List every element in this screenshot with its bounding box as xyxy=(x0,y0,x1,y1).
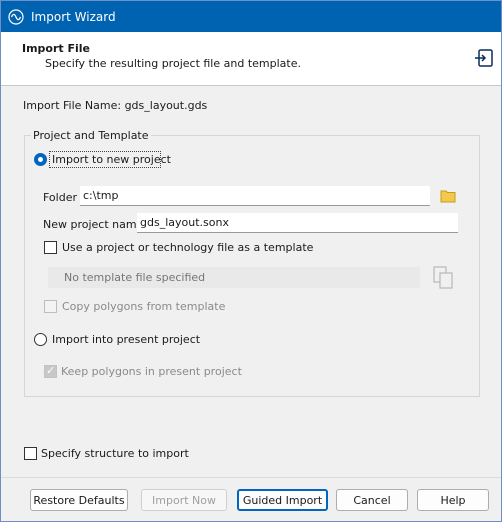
window-title: Import Wizard xyxy=(31,9,116,24)
restore-defaults-button[interactable]: Restore Defaults xyxy=(30,489,128,511)
page-title: Import File xyxy=(22,42,91,55)
new-project-label[interactable]: Import to new project xyxy=(52,153,171,166)
copy-files-icon[interactable] xyxy=(431,265,455,289)
import-now-button[interactable]: Import Now xyxy=(141,489,227,511)
help-button[interactable]: Help xyxy=(417,489,489,511)
exit-icon[interactable] xyxy=(473,47,495,69)
wizard-header: Import File Specify the resulting projec… xyxy=(1,32,501,86)
specify-structure-checkbox[interactable] xyxy=(24,447,37,460)
use-template-label[interactable]: Use a project or technology file as a te… xyxy=(62,241,313,254)
import-wizard-window: Import Wizard Import File Specify the re… xyxy=(0,0,502,522)
folder-browse-icon[interactable] xyxy=(439,188,457,204)
project-template-group xyxy=(24,135,480,397)
folder-label: Folder xyxy=(43,191,77,204)
project-name-input[interactable] xyxy=(137,213,458,233)
keep-polygons-label[interactable]: Keep polygons in present project xyxy=(61,365,242,378)
present-project-label[interactable]: Import into present project xyxy=(52,333,200,346)
group-title: Project and Template xyxy=(31,129,151,142)
use-template-checkbox[interactable] xyxy=(44,241,57,254)
copy-polygons-checkbox[interactable] xyxy=(44,300,57,313)
import-file-name-label: Import File Name: xyxy=(23,99,122,112)
new-project-radio[interactable] xyxy=(34,153,47,166)
title-bar: Import Wizard xyxy=(1,1,501,32)
project-name-label: New project name xyxy=(43,218,144,231)
cancel-button[interactable]: Cancel xyxy=(336,489,408,511)
template-file-input[interactable] xyxy=(48,267,420,288)
present-project-radio[interactable] xyxy=(34,333,47,346)
keep-polygons-checkbox[interactable] xyxy=(44,364,57,378)
folder-input[interactable] xyxy=(80,186,430,206)
import-file-name-value: gds_layout.gds xyxy=(124,99,208,112)
wave-icon xyxy=(8,8,24,25)
footer-divider xyxy=(1,477,501,478)
copy-polygons-label[interactable]: Copy polygons from template xyxy=(62,300,225,313)
specify-structure-label[interactable]: Specify structure to import xyxy=(41,447,189,460)
import-file-name-row: Import File Name: gds_layout.gds xyxy=(23,99,207,112)
page-subtitle: Specify the resulting project file and t… xyxy=(45,57,301,70)
guided-import-button[interactable]: Guided Import xyxy=(237,489,328,511)
